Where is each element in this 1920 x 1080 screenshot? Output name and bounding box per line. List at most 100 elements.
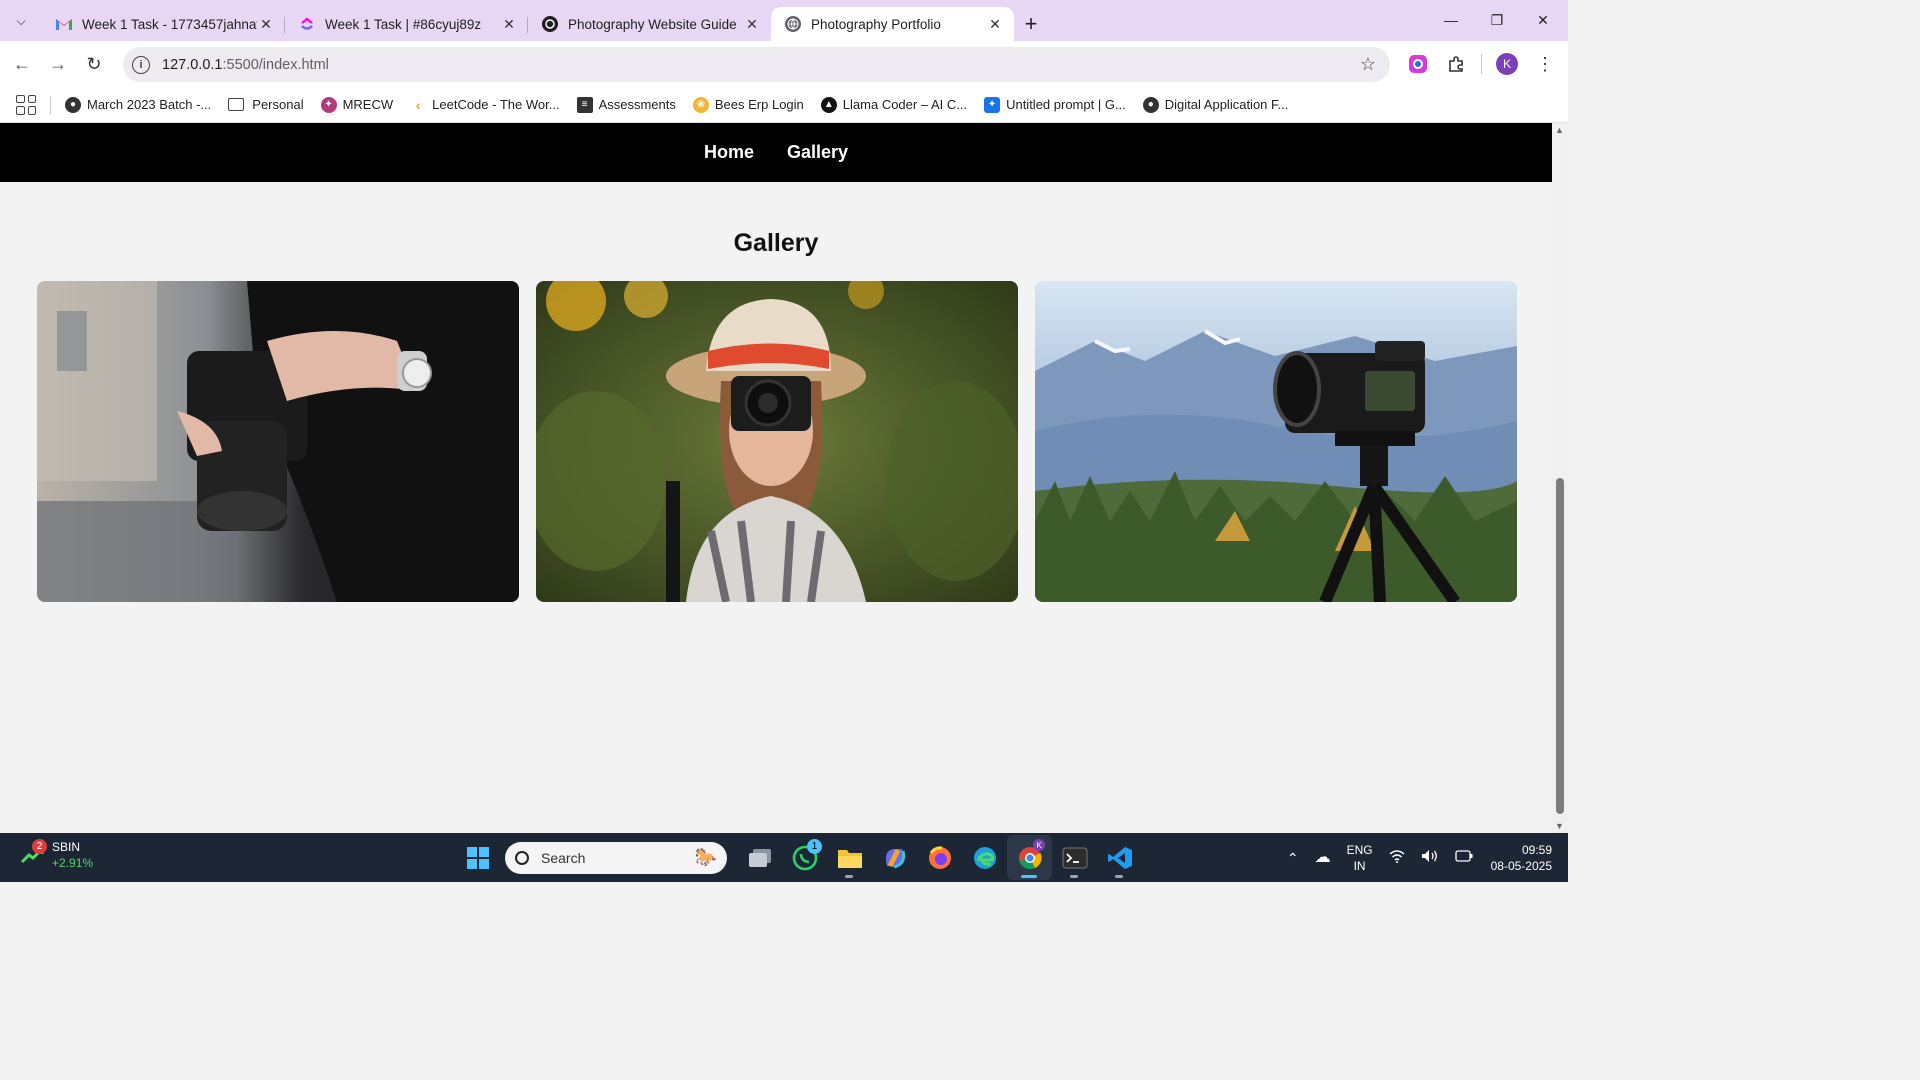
- apps-grid-icon[interactable]: [16, 94, 36, 115]
- start-button[interactable]: [455, 835, 500, 880]
- lang-bottom: IN: [1353, 858, 1366, 873]
- globe-icon: [785, 16, 801, 32]
- firefox-app[interactable]: [917, 835, 962, 880]
- tab-photography-portfolio[interactable]: Photography Portfolio ✕: [771, 7, 1014, 41]
- scroll-down-arrow-icon[interactable]: ▼: [1555, 821, 1564, 831]
- system-tray: ⌃ ☁ ENG IN 09:59 08-05-2025: [1279, 833, 1568, 882]
- nav-gallery-link[interactable]: Gallery: [787, 142, 848, 163]
- tab-chatgpt[interactable]: Photography Website Guide ✕: [528, 7, 771, 41]
- tab-search-button[interactable]: ⌵: [6, 6, 36, 36]
- terminal-app[interactable]: [1052, 835, 1097, 880]
- whatsapp-app[interactable]: 1: [782, 835, 827, 880]
- restore-icon[interactable]: ❐: [1474, 0, 1520, 40]
- close-icon[interactable]: ✕: [986, 15, 1004, 33]
- ai-studio-icon: ✦: [984, 96, 1001, 113]
- profile-button[interactable]: K: [1488, 45, 1526, 83]
- clock[interactable]: 09:59 08-05-2025: [1491, 842, 1552, 874]
- tab-title: Week 1 Task - 1773457jahnavi@: [82, 16, 257, 32]
- gallery-grid: [37, 281, 1517, 602]
- avatar: K: [1496, 53, 1518, 75]
- bees-icon: ❀: [692, 96, 709, 113]
- menu-kebab-icon[interactable]: ⋮: [1526, 45, 1564, 83]
- nav-home-link[interactable]: Home: [704, 142, 754, 163]
- edge-icon: [973, 846, 996, 869]
- language-indicator[interactable]: ENG IN: [1347, 842, 1373, 874]
- site-info-icon[interactable]: i: [132, 55, 150, 74]
- close-icon[interactable]: ✕: [743, 15, 761, 33]
- close-icon[interactable]: ✕: [500, 15, 518, 33]
- bookmark-personal[interactable]: Personal: [228, 97, 304, 112]
- tab-title: Photography Website Guide: [568, 16, 737, 32]
- mrecw-icon: ✦: [320, 96, 337, 113]
- forward-button[interactable]: →: [40, 46, 76, 82]
- stock-widget[interactable]: 2 SBIN +2.91%: [20, 839, 93, 871]
- bookmark-digital-application[interactable]: ● Digital Application F...: [1142, 96, 1288, 113]
- extension-colorzilla-icon[interactable]: [1399, 45, 1437, 83]
- bookmark-march-2023-batch[interactable]: ● March 2023 Batch -...: [65, 96, 211, 113]
- tab-title: Week 1 Task | #86cyuj89z: [325, 16, 482, 32]
- leetcode-icon: ‹: [415, 96, 421, 113]
- page-scrollbar[interactable]: ▲ ▼: [1552, 123, 1568, 833]
- taskbar-search[interactable]: Search 🐎: [505, 841, 727, 874]
- search-icon: [515, 850, 529, 865]
- copilot-app[interactable]: [872, 835, 917, 880]
- onedrive-cloud-icon[interactable]: ☁: [1315, 849, 1331, 866]
- back-button[interactable]: ←: [4, 46, 40, 82]
- task-view-button[interactable]: [737, 835, 782, 880]
- window-controls: — ❐ ✕: [1428, 0, 1566, 40]
- toolbar-right: K ⋮: [1399, 41, 1568, 87]
- assessments-icon: ≡: [576, 96, 593, 113]
- minimize-icon[interactable]: —: [1428, 0, 1474, 40]
- close-icon[interactable]: ✕: [257, 15, 275, 33]
- bookmark-star-icon[interactable]: ☆: [1360, 54, 1376, 75]
- clock-time: 09:59: [1521, 842, 1552, 857]
- extensions-puzzle-icon[interactable]: [1437, 45, 1475, 83]
- edge-app[interactable]: [962, 835, 1007, 880]
- bookmark-mrecw[interactable]: ✦ MRECW: [320, 96, 393, 113]
- stock-name: SBIN: [52, 840, 81, 854]
- reload-button[interactable]: ↻: [76, 46, 112, 82]
- chrome-app[interactable]: K: [1007, 835, 1052, 880]
- scroll-up-arrow-icon[interactable]: ▲: [1555, 125, 1564, 135]
- bookmark-bees-erp[interactable]: ❀ Bees Erp Login: [692, 96, 804, 113]
- windows-logo-icon: [466, 846, 489, 869]
- search-placeholder: Search: [541, 849, 586, 866]
- photo-hands-holding-camera[interactable]: [37, 281, 519, 602]
- tab-clickup[interactable]: Week 1 Task | #86cyuj89z ✕: [285, 7, 528, 41]
- lang-top: ENG: [1346, 842, 1373, 857]
- tab-gmail[interactable]: Week 1 Task - 1773457jahnavi@ ✕: [42, 7, 285, 41]
- taskbar-center: Search 🐎 1 K: [455, 833, 1142, 882]
- notification-badge: 2: [32, 839, 47, 854]
- bookmark-assessments[interactable]: ≡ Assessments: [576, 96, 676, 113]
- url-text: 127.0.0.1:5500/index.html: [162, 56, 329, 73]
- clickup-icon: [299, 16, 315, 32]
- stock-change: +2.91%: [52, 856, 94, 870]
- close-window-icon[interactable]: ✕: [1520, 0, 1566, 40]
- chatgpt-icon: [542, 16, 558, 32]
- reload-icon: ↻: [86, 53, 102, 74]
- vscode-icon: [1107, 846, 1132, 869]
- globe-icon: ●: [1142, 96, 1159, 113]
- file-explorer-app[interactable]: [827, 835, 872, 880]
- photo-woman-hat-sunflowers[interactable]: [536, 281, 1018, 602]
- vscode-app[interactable]: [1097, 835, 1142, 880]
- bookmark-llama-coder[interactable]: ▲ Llama Coder – AI C...: [820, 96, 967, 113]
- volume-icon[interactable]: [1421, 849, 1439, 867]
- bookmark-leetcode[interactable]: ‹ LeetCode - The Wor...: [410, 96, 560, 113]
- battery-icon[interactable]: [1454, 849, 1473, 866]
- chevron-up-icon[interactable]: ⌃: [1287, 850, 1299, 866]
- folder-icon: [837, 849, 862, 868]
- globe-icon: ●: [65, 96, 81, 113]
- address-bar[interactable]: i 127.0.0.1:5500/index.html ☆: [123, 47, 1390, 82]
- whatsapp-badge: 1: [807, 839, 822, 854]
- scrollbar-thumb[interactable]: [1556, 478, 1564, 814]
- new-tab-button[interactable]: +: [1014, 7, 1048, 41]
- firefox-icon: [928, 845, 951, 869]
- tab-title: Photography Portfolio: [811, 16, 941, 32]
- chevron-down-icon: ⌵: [16, 13, 26, 28]
- browser-toolbar: ← → ↻ i 127.0.0.1:5500/index.html ☆ K ⋮: [0, 41, 1568, 87]
- wifi-icon[interactable]: [1389, 849, 1405, 867]
- photo-camera-tripod-mountains[interactable]: [1035, 281, 1517, 602]
- task-view-icon: [748, 848, 771, 867]
- bookmark-untitled-prompt[interactable]: ✦ Untitled prompt | G...: [984, 96, 1126, 113]
